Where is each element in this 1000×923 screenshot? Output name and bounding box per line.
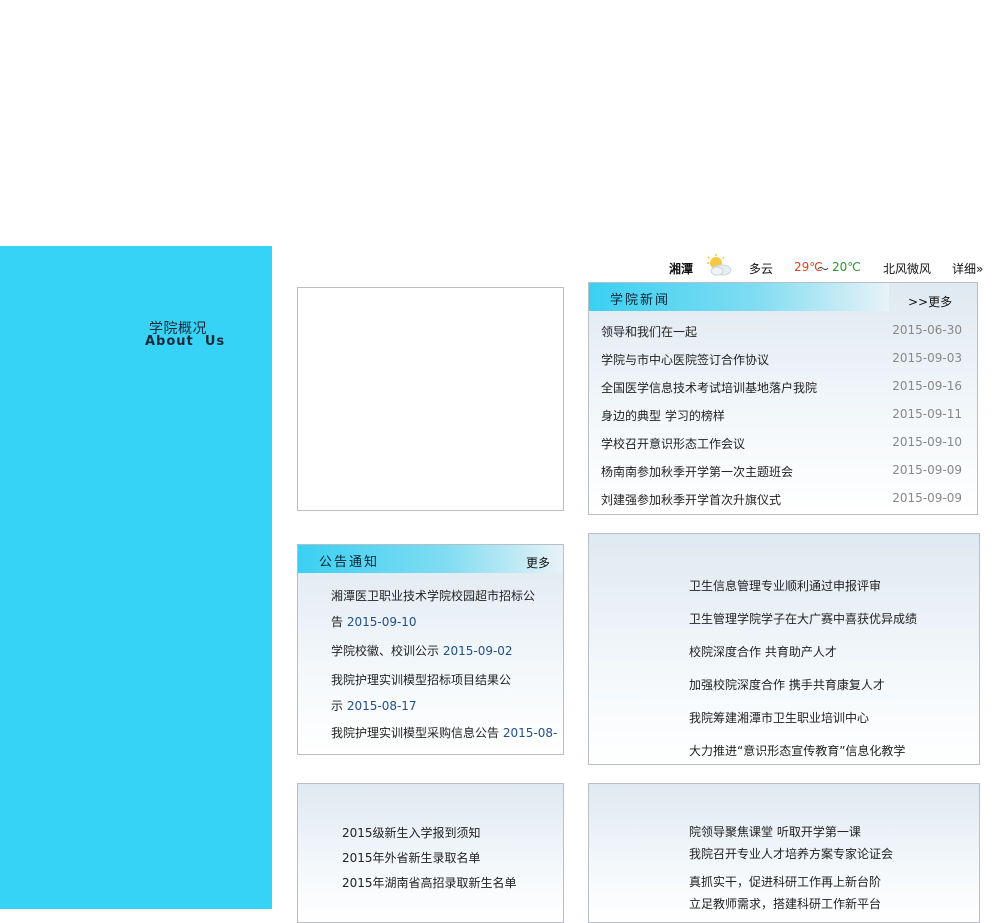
notice-item[interactable]: 告 2015-09-10	[331, 613, 417, 630]
notice-panel: 公告通知 更多 湘潭医卫职业技术学院校园超市招标公 告 2015-09-10 学…	[297, 544, 564, 755]
news-item-title[interactable]: 杨南南参加秋季开学第一次主题班会	[601, 463, 793, 480]
news-item-title[interactable]: 身边的典型 学习的榜样	[601, 407, 725, 424]
notice-header: 公告通知	[298, 545, 563, 573]
notice-item[interactable]: 湘潭医卫职业技术学院校园超市招标公	[331, 587, 535, 604]
list-item[interactable]: 我院召开专业人才培养方案专家论证会	[689, 845, 893, 862]
news-item-title[interactable]: 领导和我们在一起	[601, 323, 697, 340]
notice-item-text[interactable]: 学院校徽、校训公示	[331, 644, 443, 658]
news-item-date: 2015-09-09	[892, 491, 962, 505]
news-item-title[interactable]: 全国医学信息技术考试培训基地落户我院	[601, 379, 817, 396]
notice-item-text[interactable]: 告	[331, 615, 347, 629]
list-item[interactable]: 2015级新生入学报到须知	[342, 824, 481, 841]
list-item[interactable]: 加强校院深度合作 携手共育康复人才	[689, 676, 885, 693]
notice-item-date: 2015-08-17	[346, 699, 417, 713]
list-item[interactable]: 卫生信息管理专业顺利通过申报评审	[689, 577, 881, 594]
notice-item-text[interactable]: 示	[331, 699, 347, 713]
image-slideshow[interactable]	[297, 287, 564, 511]
notice-item[interactable]: 我院护理实训模型招标项目结果公	[331, 671, 511, 688]
news-item[interactable]: 全国医学信息技术考试培训基地落户我院 2015-09-16	[601, 379, 962, 399]
news-item-date: 2015-09-16	[892, 379, 962, 393]
notice-item-text[interactable]: 我院护理实训模型采购信息公告	[331, 726, 503, 740]
notice-item-text[interactable]: 湘潭医卫职业技术学院校园超市招标公	[331, 589, 535, 603]
research-panel: 院领导聚焦课堂 听取开学第一课 我院召开专业人才培养方案专家论证会 真抓实干，促…	[588, 783, 980, 923]
news-item-title[interactable]: 学校召开意识形态工作会议	[601, 435, 745, 452]
weather-detail-link[interactable]: 详细»	[952, 260, 983, 277]
teaching-news-panel: 卫生信息管理专业顺利通过申报评审 卫生管理学院学子在大广赛中喜获优异成绩 校院深…	[588, 533, 980, 765]
news-item[interactable]: 学校召开意识形态工作会议 2015-09-10	[601, 435, 962, 455]
news-item[interactable]: 身边的典型 学习的榜样 2015-09-11	[601, 407, 962, 427]
weather-low: 20℃	[832, 260, 861, 274]
news-item-title[interactable]: 学院与市中心医院签订合作协议	[601, 351, 769, 368]
news-item[interactable]: 领导和我们在一起 2015-06-30	[601, 323, 962, 343]
list-item[interactable]: 2015年湖南省高招录取新生名单	[342, 874, 517, 891]
list-item[interactable]: 大力推进“意识形态宣传教育”信息化教学	[689, 742, 905, 759]
list-item[interactable]: 我院筹建湘潭市卫生职业培训中心	[689, 709, 869, 726]
sidebar-title-en[interactable]: About Us	[145, 334, 225, 349]
list-item[interactable]: 院领导聚焦课堂 听取开学第一课	[689, 823, 861, 840]
weather-wind: 北风微风	[883, 262, 932, 276]
news-header: 学院新闻	[589, 283, 889, 311]
notice-title: 公告通知	[319, 555, 380, 570]
admissions-panel: 2015级新生入学报到须知 2015年外省新生录取名单 2015年湖南省高招录取…	[297, 783, 564, 923]
news-more-link[interactable]: >>更多	[908, 293, 952, 310]
notice-item[interactable]: 我院护理实训模型采购信息公告 2015-08-	[331, 724, 557, 741]
news-item-date: 2015-09-09	[892, 463, 962, 477]
notice-more-link[interactable]: 更多	[526, 554, 550, 571]
news-item[interactable]: 杨南南参加秋季开学第一次主题班会 2015-09-09	[601, 463, 962, 483]
weather-city: 湘潭	[669, 262, 694, 276]
weather-tilde: ～	[817, 262, 830, 276]
news-item-date: 2015-09-10	[892, 435, 962, 449]
list-item[interactable]: 真抓实干，促进科研工作再上新台阶	[689, 873, 881, 890]
weather-condition: 多云	[749, 262, 774, 276]
news-item-date: 2015-09-11	[892, 407, 962, 421]
notice-item-date: 2015-09-10	[346, 615, 417, 629]
news-item-date: 2015-06-30	[892, 323, 962, 337]
news-item-title[interactable]: 刘建强参加秋季开学首次升旗仪式	[601, 491, 781, 508]
list-item[interactable]: 2015年外省新生录取名单	[342, 849, 481, 866]
news-item-date: 2015-09-03	[892, 351, 962, 365]
notice-item-date: 2015-08-	[502, 726, 558, 740]
list-item[interactable]: 校院深度合作 共育助产人才	[689, 643, 837, 660]
notice-item-date: 2015-09-02	[442, 644, 513, 658]
news-item[interactable]: 刘建强参加秋季开学首次升旗仪式 2015-09-09	[601, 491, 962, 511]
news-panel: 学院新闻 >>更多 领导和我们在一起 2015-06-30 学院与市中心医院签订…	[588, 282, 978, 515]
sidebar: 学院概况 About Us	[0, 246, 272, 909]
notice-item-text[interactable]: 我院护理实训模型招标项目结果公	[331, 673, 511, 687]
list-item[interactable]: 立足教师需求，搭建科研工作新平台	[689, 895, 881, 912]
partly-cloudy-icon	[705, 254, 733, 276]
notice-item[interactable]: 学院校徽、校训公示 2015-09-02	[331, 642, 513, 659]
news-item[interactable]: 学院与市中心医院签订合作协议 2015-09-03	[601, 351, 962, 371]
list-item[interactable]: 卫生管理学院学子在大广赛中喜获优异成绩	[689, 610, 917, 627]
notice-item[interactable]: 示 2015-08-17	[331, 697, 417, 714]
news-title: 学院新闻	[610, 293, 671, 308]
